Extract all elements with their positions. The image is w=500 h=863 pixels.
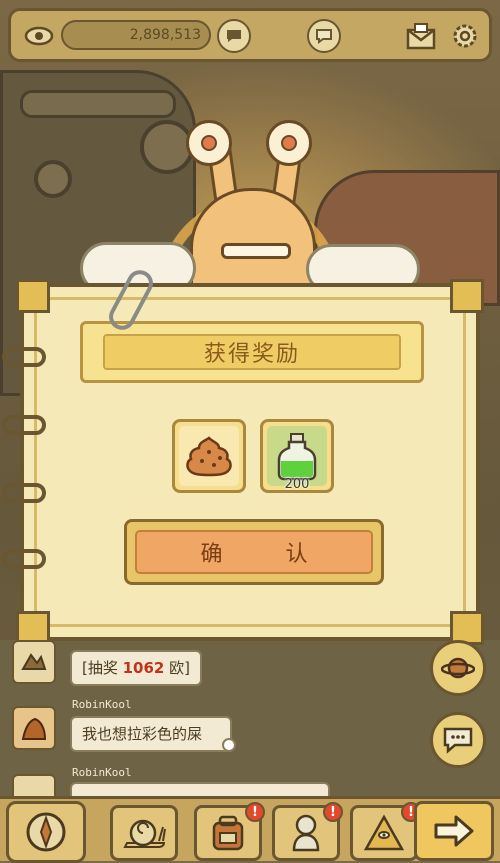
snail-button[interactable] <box>110 805 178 861</box>
chat-text: [抽奖 <box>82 659 123 677</box>
reward-slot: 200 <box>260 419 334 493</box>
notification-badge: ! <box>245 802 265 822</box>
chat-username: RobinKool <box>72 698 132 711</box>
top-status-bar: 2,898,513 33万 36718 <box>8 8 492 62</box>
planet-button[interactable] <box>430 640 486 696</box>
backpack-icon <box>212 815 244 851</box>
chat-message <box>70 782 330 796</box>
bottom-navigation-bar: ! ! ! <box>0 796 500 863</box>
confirm-button[interactable]: 确 认 <box>124 519 384 585</box>
binder-ring <box>2 415 46 435</box>
panel-corner <box>16 279 50 313</box>
coins-counter: 2,898,513 <box>61 20 211 50</box>
compass-icon <box>26 812 66 852</box>
gear-icon[interactable] <box>447 18 483 54</box>
mail-icon[interactable] <box>403 18 439 54</box>
compass-button[interactable] <box>6 801 86 863</box>
binder-ring <box>2 483 46 503</box>
poop-icon <box>179 426 239 486</box>
dialog-title-box: 获得奖励 <box>80 321 424 383</box>
backpack-button[interactable]: ! <box>194 802 265 861</box>
arrow-right-icon <box>434 815 474 847</box>
binder-ring <box>2 549 46 569</box>
lottery-number: 1062 <box>122 659 165 677</box>
chat-button[interactable] <box>430 712 486 768</box>
snail-icon <box>123 819 166 848</box>
pyramid-button[interactable]: ! <box>350 802 421 861</box>
smile-icon <box>222 738 236 752</box>
avatar[interactable] <box>12 774 56 796</box>
chat-username: RobinKool <box>72 766 132 779</box>
dialog-title: 获得奖励 <box>103 334 401 370</box>
notification-badge: ! <box>323 802 343 822</box>
binder-ring <box>2 347 46 367</box>
chat-text: 欧] <box>164 659 190 677</box>
panel-corner <box>450 279 484 313</box>
eye-icon[interactable] <box>21 18 57 54</box>
next-button[interactable] <box>414 801 494 861</box>
pyramid-icon <box>363 814 405 851</box>
snail-eye <box>186 120 232 166</box>
avatar[interactable] <box>12 706 56 750</box>
chat-message: 我也想拉彩色的屎 <box>70 716 232 752</box>
chat-message: [抽奖 1062 欧] <box>70 650 202 686</box>
speech-bubble-icon <box>307 19 341 53</box>
statue-button[interactable]: ! <box>272 802 343 861</box>
reward-quantity: 200 <box>284 477 310 492</box>
reward-slot <box>172 419 246 493</box>
statue-icon <box>292 814 320 852</box>
reward-dialog: 获得奖励 200 确 认 <box>2 279 484 645</box>
snail-eye <box>266 120 312 166</box>
avatar[interactable] <box>12 640 56 684</box>
confirm-button-label: 确 认 <box>135 530 373 574</box>
chat-bubble-icon <box>217 19 251 53</box>
